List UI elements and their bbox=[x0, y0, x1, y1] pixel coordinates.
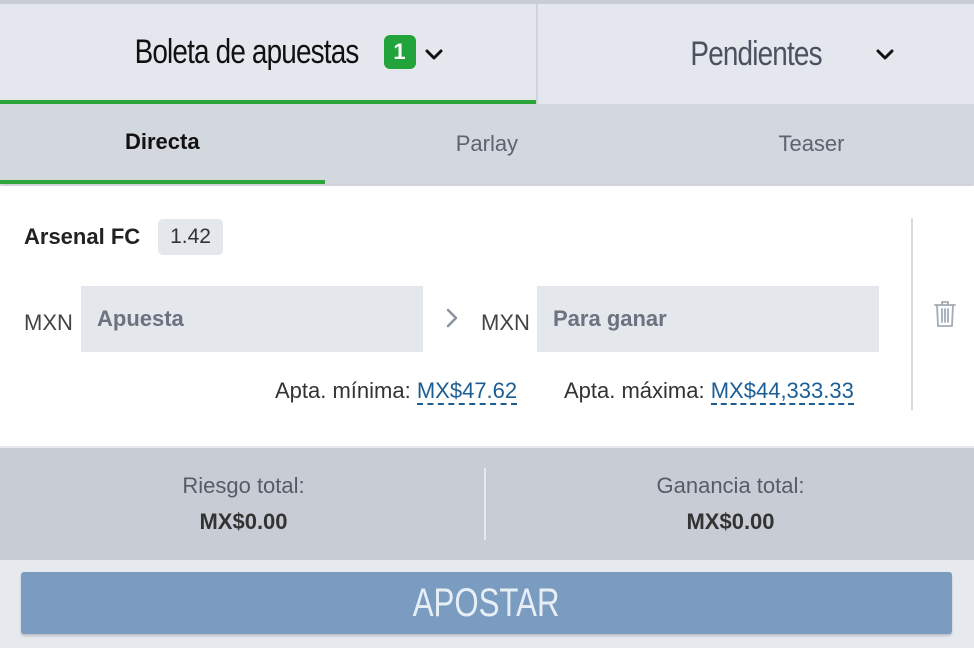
tab-pending-label: Pendientes bbox=[690, 34, 822, 73]
chevron-down-icon[interactable] bbox=[874, 44, 896, 66]
chevron-down-icon[interactable] bbox=[423, 44, 445, 66]
total-win: Ganancia total: MX$0.00 bbox=[487, 448, 974, 560]
chevron-right-icon bbox=[446, 308, 458, 328]
bet-slip: Boleta de apuestas 1 Pendientes Directa … bbox=[0, 0, 974, 648]
stake-currency: MXN bbox=[24, 310, 73, 335]
bet-selection-card: Arsenal FC 1.42 MXN MXN Apta. mínima: MX… bbox=[0, 186, 974, 446]
total-win-label: Ganancia total: bbox=[656, 473, 805, 498]
total-risk-value: MX$0.00 bbox=[199, 509, 288, 534]
tab-parlay[interactable]: Parlay bbox=[325, 104, 650, 184]
trash-icon[interactable] bbox=[933, 300, 957, 328]
stake-input[interactable] bbox=[81, 286, 423, 352]
bet-totals: Riesgo total: MX$0.00 Ganancia total: MX… bbox=[0, 448, 974, 560]
place-bet-button[interactable]: APOSTAR bbox=[21, 572, 952, 634]
total-risk-label: Riesgo total: bbox=[182, 473, 305, 498]
place-bet-label: APOSTAR bbox=[413, 580, 560, 625]
min-bet-label: Apta. mínima: bbox=[275, 378, 411, 403]
min-bet-value[interactable]: MX$47.62 bbox=[416, 378, 518, 405]
max-bet: Apta. máxima: MX$44,333.33 bbox=[564, 378, 854, 405]
min-bet: Apta. mínima: MX$47.62 bbox=[275, 378, 518, 405]
total-risk: Riesgo total: MX$0.00 bbox=[0, 448, 487, 560]
tab-teaser[interactable]: Teaser bbox=[649, 104, 974, 184]
tab-pending[interactable]: Pendientes bbox=[536, 4, 974, 104]
max-bet-value[interactable]: MX$44,333.33 bbox=[710, 378, 854, 405]
totals-divider bbox=[484, 468, 486, 540]
top-tabs: Boleta de apuestas 1 Pendientes bbox=[0, 0, 974, 104]
tab-directa[interactable]: Directa bbox=[0, 104, 325, 184]
bet-count-badge: 1 bbox=[383, 35, 416, 69]
card-divider bbox=[911, 218, 913, 410]
bet-type-tabs: Directa Parlay Teaser bbox=[0, 104, 974, 184]
max-bet-label: Apta. máxima: bbox=[564, 378, 705, 403]
selection-odds: 1.42 bbox=[158, 219, 223, 255]
tab-bet-slip[interactable]: Boleta de apuestas 1 bbox=[0, 4, 536, 104]
total-win-value: MX$0.00 bbox=[686, 509, 775, 534]
to-win-input[interactable] bbox=[537, 286, 879, 352]
tab-bet-slip-label: Boleta de apuestas bbox=[135, 32, 360, 71]
to-win-currency: MXN bbox=[481, 310, 530, 335]
selection-name: Arsenal FC bbox=[24, 224, 141, 249]
